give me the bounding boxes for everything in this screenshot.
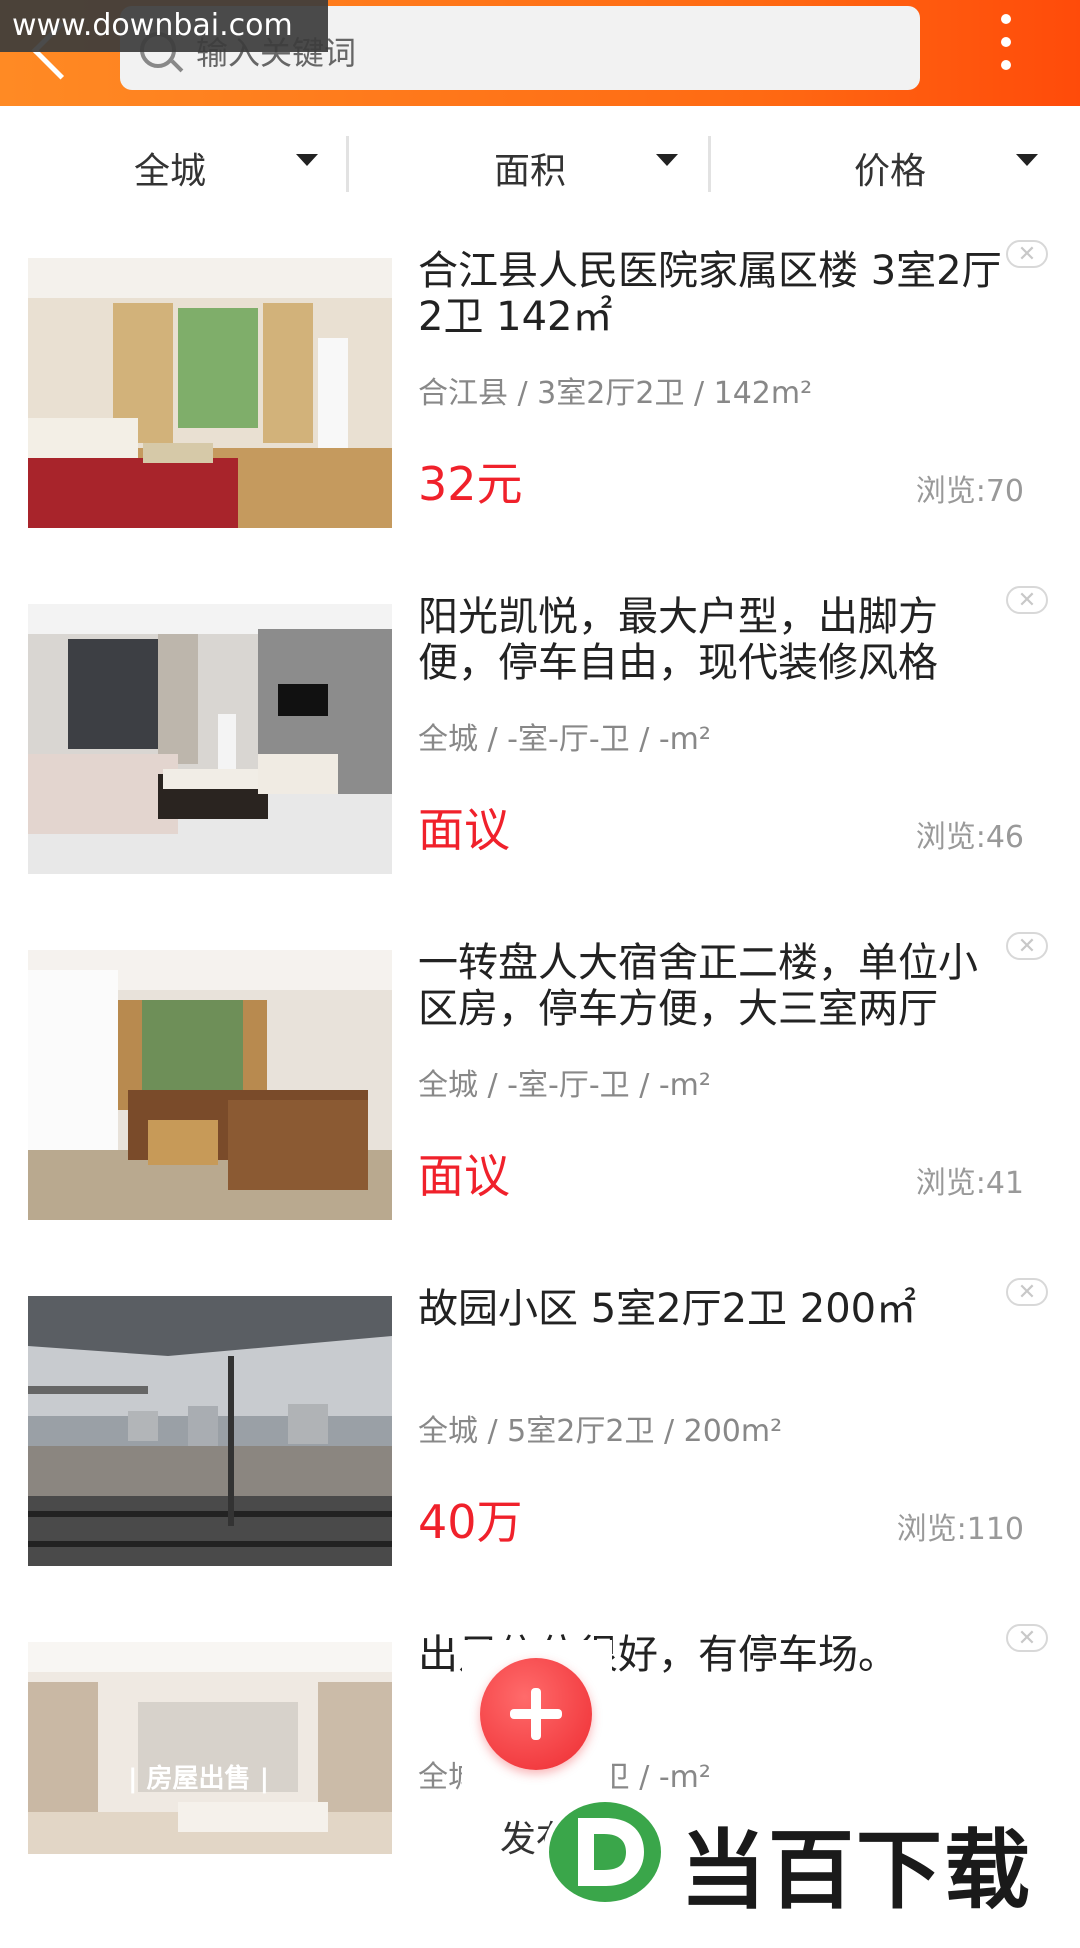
filter-label: 全城: [134, 151, 207, 192]
filter-size[interactable]: 面积: [360, 106, 720, 218]
add-icon[interactable]: [480, 1658, 592, 1770]
dismiss-icon[interactable]: ✕: [1006, 586, 1048, 614]
watermark-url: www.downbai.com: [0, 0, 328, 52]
filter-bar: 全城 面积 价格: [0, 106, 1080, 221]
listing-price: 面议: [418, 1149, 510, 1203]
listing-title[interactable]: 阳光凯悦，最大户型，出脚方便，停车自由，现代装修风格: [418, 594, 1008, 686]
listing-title[interactable]: 合江县人民医院家属区楼 3室2厅2卫 142㎡: [418, 248, 1008, 340]
listing-views: 浏览:70: [915, 474, 1024, 509]
filter-label: 价格: [854, 151, 927, 192]
dismiss-icon[interactable]: ✕: [1006, 1624, 1048, 1652]
dismiss-icon[interactable]: ✕: [1006, 240, 1048, 268]
brand-logo-icon: [543, 1796, 667, 1908]
filter-label: 面积: [494, 151, 567, 192]
filter-area[interactable]: 全城: [0, 106, 360, 218]
dismiss-icon[interactable]: ✕: [1006, 1278, 1048, 1306]
dropdown-arrow-icon: [656, 154, 678, 166]
listing-price: 面议: [418, 803, 510, 857]
listing-price: 32元: [418, 457, 523, 511]
listing-title[interactable]: 故园小区 5室2厅2卫 200㎡: [418, 1286, 1008, 1332]
listing-item[interactable]: 阳光凯悦，最大户型，出脚方便，停车自由，现代装修风格 全城 / -室-厅-卫 /…: [0, 564, 1080, 912]
more-menu-icon[interactable]: [996, 14, 1016, 82]
divider: [708, 136, 711, 192]
dropdown-arrow-icon: [1016, 154, 1038, 166]
photo-caption: | 房屋出售 |: [128, 1763, 269, 1794]
listing-item[interactable]: 故园小区 5室2厅2卫 200㎡ 全城 / 5室2厅2卫 / 200m² 40万…: [0, 1256, 1080, 1604]
brand-watermark: 当百下载: [540, 1790, 1080, 1921]
listing-item[interactable]: 一转盘人大宿舍正二楼，单位小区房，停车方便，大三室两厅 全城 / -室-厅-卫 …: [0, 910, 1080, 1258]
listing-photo[interactable]: | 房屋出售 |: [28, 1642, 392, 1854]
divider: [346, 136, 349, 192]
listing-title[interactable]: 一转盘人大宿舍正二楼，单位小区房，停车方便，大三室两厅: [418, 940, 1008, 1032]
listing-meta: 全城 / -室-厅-卫 / -m²: [418, 722, 711, 757]
listing-photo[interactable]: [28, 1296, 392, 1566]
listing-item[interactable]: 合江县人民医院家属区楼 3室2厅2卫 142㎡ 合江县 / 3室2厅2卫 / 1…: [0, 218, 1080, 566]
listing-views: 浏览:41: [915, 1166, 1024, 1201]
listing-meta: 全城 / -室-厅-卫 / -m²: [418, 1068, 711, 1103]
listing-price: 40万: [418, 1495, 523, 1549]
dropdown-arrow-icon: [296, 154, 318, 166]
listing-meta: 合江县 / 3室2厅2卫 / 142m²: [418, 376, 813, 411]
listing-views: 浏览:110: [896, 1512, 1024, 1547]
listing-views: 浏览:46: [915, 820, 1024, 855]
listing-photo[interactable]: [28, 258, 392, 528]
listing-photo[interactable]: [28, 604, 392, 874]
listing-meta: 全城 / 5室2厅2卫 / 200m²: [418, 1414, 783, 1449]
brand-text: 当百下载: [680, 1821, 1032, 1921]
filter-price[interactable]: 价格: [720, 106, 1080, 218]
listing-photo[interactable]: [28, 950, 392, 1220]
dismiss-icon[interactable]: ✕: [1006, 932, 1048, 960]
